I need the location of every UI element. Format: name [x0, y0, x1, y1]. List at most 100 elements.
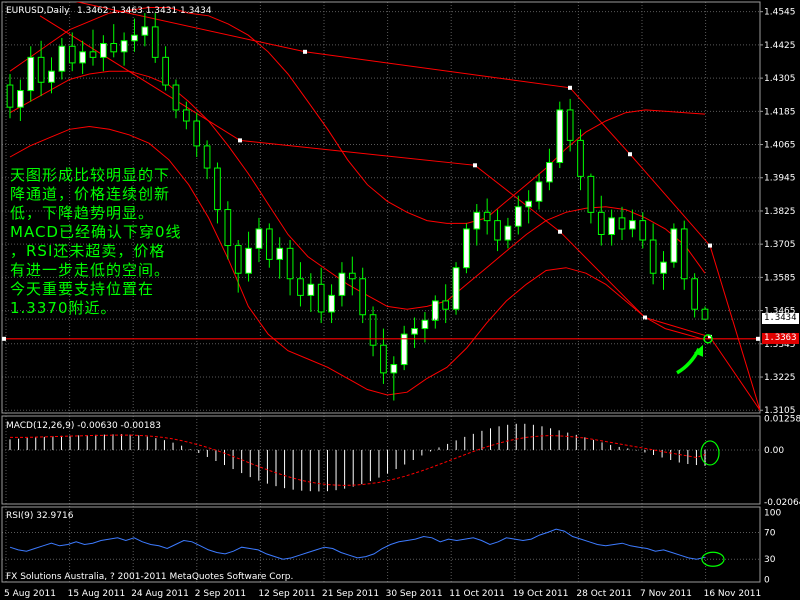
bearish-candle — [68, 45, 76, 64]
bearish-candle — [701, 308, 709, 320]
annotation-line: 降通道，价格连续创新 — [10, 185, 171, 203]
rsi-y-tick-label: 70 — [764, 528, 776, 538]
macd-y-tick-label: 0.00 — [764, 446, 784, 456]
support-line-handle — [2, 336, 6, 341]
bearish-candle — [483, 211, 491, 222]
annotation-line: 今天重要支持位置在 — [10, 280, 155, 298]
channel-anchor-point — [473, 163, 477, 168]
bearish-candle — [151, 26, 159, 58]
channel-anchor-point — [568, 85, 572, 90]
bearish-candle — [348, 272, 356, 280]
bearish-candle — [577, 139, 584, 177]
x-tick-label: 30 Sep 2011 — [386, 589, 443, 599]
annotation-line: 有进一步走低的空间。 — [10, 261, 171, 279]
bullish-candle — [660, 261, 667, 274]
x-tick-label: 15 Aug 2011 — [68, 589, 126, 599]
ohlc-header: 1.3462 1.3463 1.3431 1.3434 — [77, 6, 212, 16]
bullish-candle — [100, 43, 107, 58]
bullish-candle — [48, 70, 55, 83]
bullish-candle — [131, 34, 138, 42]
channel-anchor-point — [708, 243, 712, 248]
channel-anchor-point — [238, 138, 242, 143]
bullish-candle — [525, 200, 533, 208]
rsi-y-tick-label: 100 — [764, 508, 781, 518]
annotation-line: MACD已经确认下穿0线 — [10, 223, 182, 241]
bullish-candle — [514, 206, 522, 227]
bearish-candle — [317, 283, 325, 313]
bullish-candle — [504, 225, 512, 241]
bullish-candle — [411, 328, 418, 335]
x-tick-label: 28 Oct 2011 — [576, 589, 632, 599]
channel-anchor-point — [628, 152, 632, 157]
chart-window: 5 Aug 2011 15 Aug 2011 24 Aug 2011 2 Sep 20… — [0, 0, 800, 600]
bullish-candle — [17, 90, 24, 108]
bullish-candle — [328, 294, 335, 313]
y-tick-label: 1.4425 — [764, 41, 796, 51]
bearish-candle — [566, 109, 574, 141]
bearish-candle — [380, 344, 387, 374]
bearish-candle — [193, 120, 201, 147]
bearish-candle — [494, 220, 501, 241]
annotation-line: ，RSI还未超卖，价格 — [10, 242, 166, 260]
bullish-candle — [141, 26, 149, 36]
y-tick-label: 1.4185 — [764, 107, 796, 117]
bearish-candle — [6, 84, 14, 108]
bullish-candle — [120, 40, 128, 53]
bullish-candle — [535, 181, 543, 202]
bearish-candle — [587, 175, 595, 213]
bullish-candle — [452, 267, 460, 310]
bullish-candle — [431, 300, 439, 321]
x-tick-label: 11 Oct 2011 — [449, 589, 505, 599]
y-tick-label: 1.3585 — [764, 273, 796, 283]
current-price-label: 1.3434 — [762, 313, 799, 324]
bullish-candle — [473, 211, 481, 230]
y-tick-label: 1.3225 — [764, 373, 796, 383]
annotation-line: 1.3370附近。 — [10, 299, 117, 317]
bearish-candle — [359, 278, 367, 316]
bearish-candle — [618, 217, 626, 230]
bearish-candle — [162, 56, 169, 86]
bullish-candle — [58, 45, 66, 72]
bearish-candle — [597, 211, 605, 235]
bullish-candle — [629, 220, 636, 230]
macd-y-tick-label: -0.02064 — [764, 498, 800, 508]
x-tick-label: 12 Sep 2011 — [258, 589, 315, 599]
bearish-candle — [203, 145, 211, 169]
bearish-candle — [691, 278, 698, 310]
x-tick-label: 21 Sep 2011 — [322, 589, 379, 599]
bullish-candle — [338, 272, 346, 296]
x-tick-label: 7 Nov 2011 — [640, 589, 692, 599]
y-tick-label: 1.3825 — [764, 207, 796, 217]
rsi-y-tick-label: 30 — [764, 555, 776, 565]
support-price-label: 1.3363 — [762, 333, 799, 344]
bearish-candle — [680, 228, 688, 280]
y-tick-label: 1.4065 — [764, 141, 796, 151]
bullish-candle — [79, 51, 86, 64]
annotation-line: 天图形成比较明显的下 — [10, 166, 171, 184]
rsi-title: RSI(9) 32.9716 — [6, 511, 74, 521]
y-tick-label: 1.3705 — [764, 240, 796, 250]
support-line-handle — [756, 336, 760, 341]
annotation-line: 低，下降趋势明显。 — [10, 204, 155, 222]
bearish-candle — [639, 220, 647, 241]
macd-marker-circle — [700, 440, 720, 466]
bearish-candle — [172, 84, 180, 111]
x-tick-label: 19 Oct 2011 — [513, 589, 569, 599]
rsi-panel-frame — [1, 506, 761, 583]
bearish-candle — [110, 43, 118, 53]
bullish-candle — [27, 56, 35, 92]
bearish-candle — [182, 109, 190, 122]
channel-anchor-point — [558, 229, 562, 234]
x-tick-label: 2 Sep 2011 — [195, 589, 246, 599]
bearish-candle — [89, 51, 97, 58]
y-tick-label: 1.4305 — [764, 74, 796, 84]
macd-title: MACD(12,26,9) -0.00630 -0.00183 — [6, 421, 161, 431]
bearish-candle — [649, 239, 657, 274]
bullish-candle — [556, 109, 564, 164]
macd-y-tick-label: 0.01258 — [764, 414, 800, 424]
copyright-footer: FX Solutions Australia, ? 2001-2011 Meta… — [6, 572, 293, 582]
x-tick-label: 5 Aug 2011 — [4, 589, 56, 599]
analysis-annotation: 天图形成比较明显的下 降通道，价格连续创新 低，下降趋势明显。 MACD已经确认… — [10, 166, 310, 318]
x-tick-label: 16 Nov 2011 — [704, 589, 762, 599]
x-tick-label: 24 Aug 2011 — [131, 589, 189, 599]
